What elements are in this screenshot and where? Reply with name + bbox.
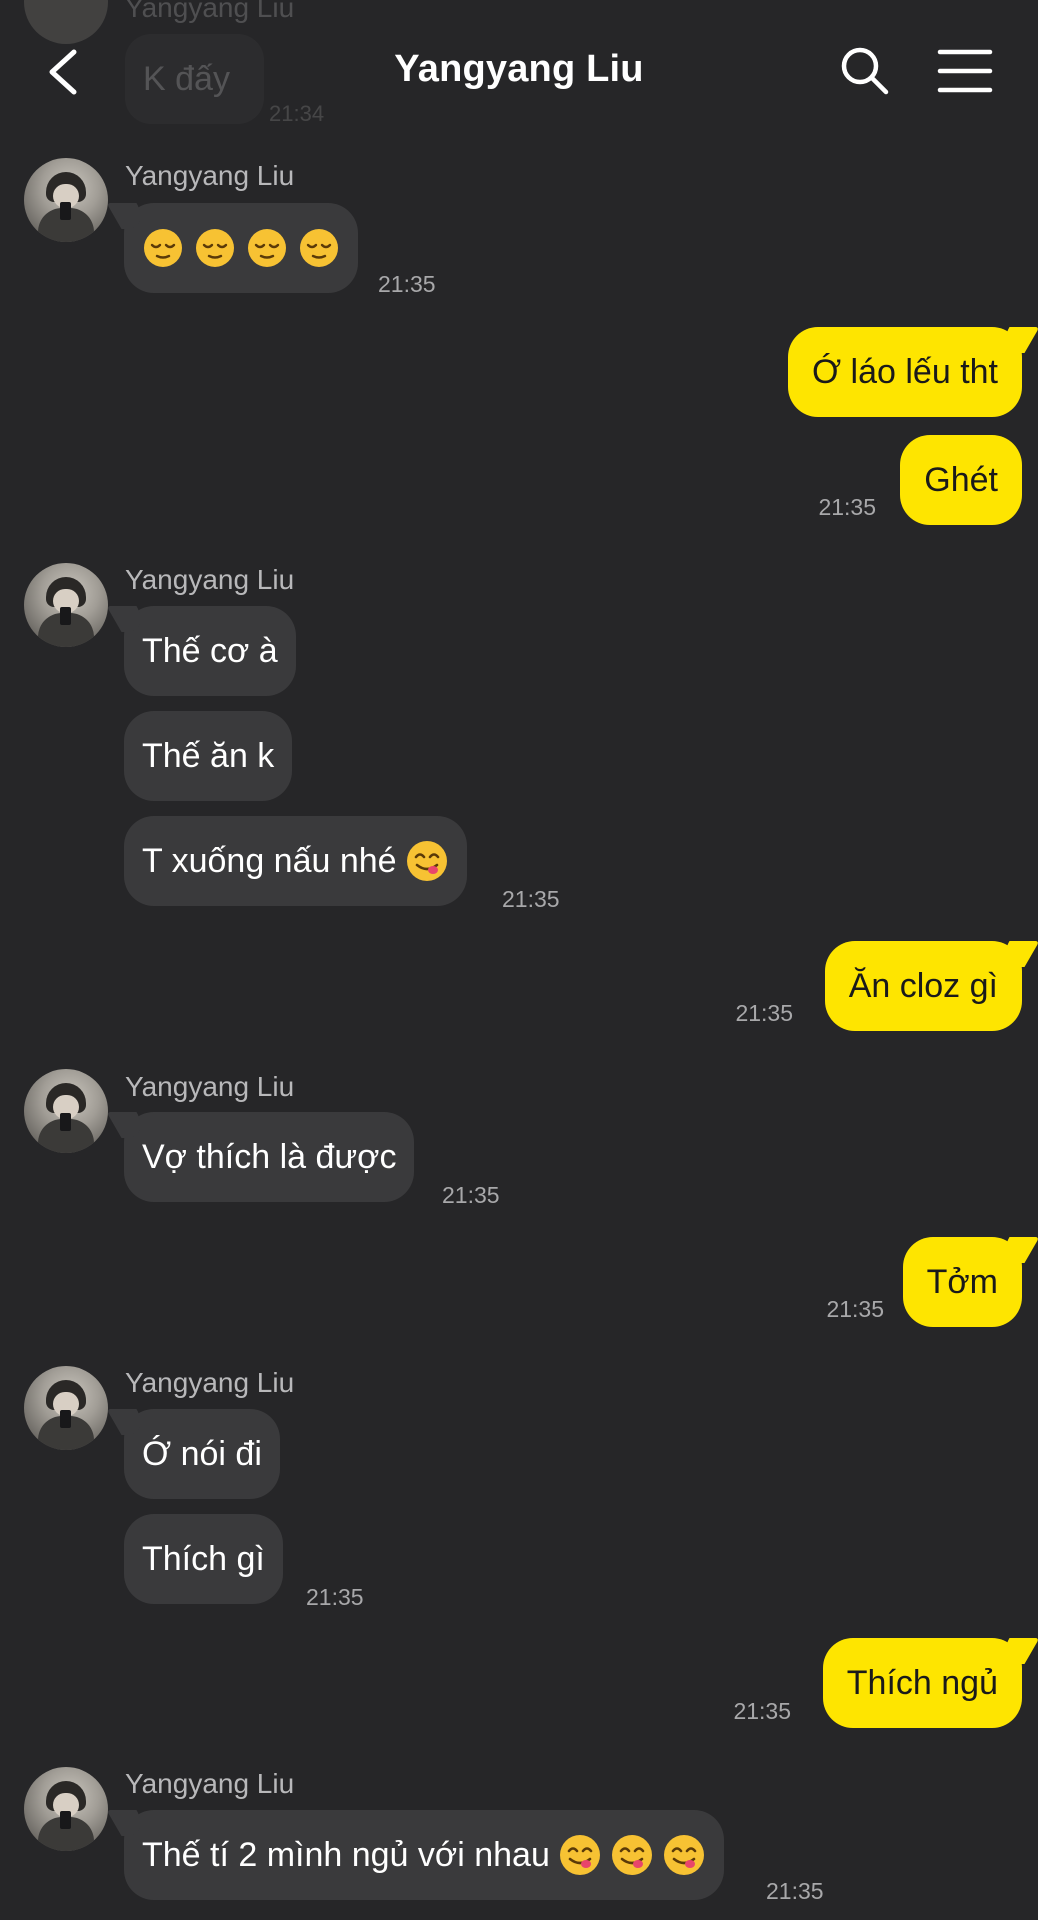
message-text: Thế tí 2 mình ngủ với nhau (142, 1836, 550, 1874)
avatar[interactable] (24, 1366, 108, 1450)
relieved-face-icon (248, 229, 286, 267)
chat-screen: Yangyang Liu K đấy 21:34 Yangyang Liu Ya… (0, 0, 1038, 1920)
yum-face-icon (406, 841, 447, 881)
sender-name: Yangyang Liu (125, 564, 295, 595)
sender-name: Yangyang Liu (125, 160, 295, 191)
yum-face-icon (611, 1835, 652, 1875)
message-bubble[interactable]: Ớ nói đi (124, 1409, 280, 1499)
message-time: 21:35 (378, 271, 436, 297)
message-text: T xuống nấu nhé (142, 842, 397, 880)
message-time: 21:35 (735, 1000, 793, 1026)
message-bubble[interactable]: Ăn cloz gì (824, 941, 1022, 1031)
search-icon (841, 47, 889, 95)
message-bubble[interactable]: Vợ thích là được (124, 1112, 415, 1202)
message-bubble[interactable]: Thế cơ à (124, 606, 296, 696)
yum-face-icon (663, 1835, 704, 1875)
relieved-face-icon (196, 229, 234, 267)
message-bubble[interactable]: Ớ láo lếu tht (787, 327, 1022, 417)
message-bubble[interactable]: Thích gì (124, 1514, 283, 1604)
sender-name: Yangyang Liu (125, 1367, 295, 1398)
message-bubble[interactable] (124, 203, 358, 293)
avatar[interactable] (24, 158, 108, 242)
avatar[interactable] (24, 1767, 108, 1851)
message-bubble[interactable]: Tởm (902, 1237, 1022, 1327)
message-time: 21:35 (733, 1698, 791, 1724)
message-bubble[interactable]: T xuống nấu nhé (124, 816, 467, 906)
message-time: 21:35 (826, 1296, 884, 1322)
chat-header: Yangyang Liu (0, 0, 1038, 145)
message-time: 21:35 (766, 1878, 824, 1904)
avatar[interactable] (24, 563, 108, 647)
search-button[interactable] (838, 44, 892, 98)
avatar[interactable] (24, 1069, 108, 1153)
message-bubble[interactable]: Thích ngủ (822, 1638, 1022, 1728)
sender-name: Yangyang Liu (125, 1768, 295, 1799)
hamburger-menu-icon (937, 49, 993, 93)
menu-button[interactable] (936, 46, 994, 96)
message-time: 21:35 (306, 1584, 364, 1610)
message-bubble[interactable]: Thế ăn k (124, 711, 293, 801)
relieved-face-icon (144, 229, 182, 267)
yum-face-icon (559, 1835, 600, 1875)
sender-name: Yangyang Liu (125, 1071, 295, 1102)
message-time: 21:35 (442, 1182, 500, 1208)
relieved-face-icon (300, 229, 338, 267)
message-bubble[interactable]: Ghét (900, 435, 1022, 525)
message-time: 21:35 (502, 886, 560, 912)
emoji-row (142, 203, 340, 293)
message-time: 21:35 (818, 494, 876, 520)
message-bubble[interactable]: Thế tí 2 mình ngủ với nhau (124, 1810, 724, 1900)
